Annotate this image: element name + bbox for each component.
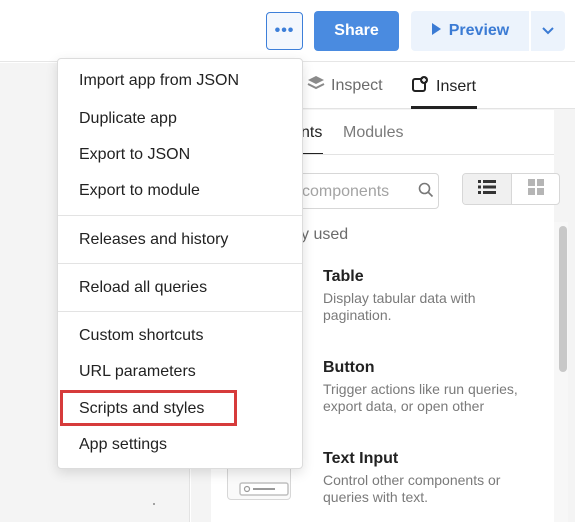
- chevron-down-icon: [542, 24, 554, 38]
- tab-inspect-label: Inspect: [331, 76, 383, 94]
- component-description: Trigger actions like run queries,: [323, 381, 518, 397]
- top-bar: ••• Share Preview: [0, 0, 575, 62]
- grid-view-button[interactable]: [512, 174, 559, 204]
- menu-item-url-parameters[interactable]: URL parameters: [79, 363, 196, 381]
- preview-dropdown-button[interactable]: [531, 11, 565, 51]
- component-description: export data, or open other: [323, 398, 485, 414]
- menu-item-import-app-from-json[interactable]: Import app from JSON: [79, 72, 239, 90]
- view-toggle: [462, 173, 560, 205]
- search-icon: [418, 182, 434, 203]
- panel-scrollbar-thumb[interactable]: [559, 226, 567, 372]
- menu-item-app-settings[interactable]: App settings: [79, 436, 167, 454]
- component-description: queries with text.: [323, 489, 429, 505]
- section-label-recently-used: y used: [301, 226, 349, 243]
- component-item-button[interactable]: Button Trigger actions like run queries,…: [323, 359, 548, 415]
- menu-item-export-to-json[interactable]: Export to JSON: [79, 146, 190, 164]
- menu-divider: [58, 263, 302, 264]
- menu-item-reload-all-queries[interactable]: Reload all queries: [79, 279, 207, 297]
- menu-divider: [58, 215, 302, 216]
- grid-icon: [528, 178, 544, 200]
- menu-item-export-to-module[interactable]: Export to module: [79, 182, 200, 200]
- component-title: Table: [323, 268, 364, 285]
- subtab-modules[interactable]: Modules: [343, 124, 403, 142]
- menu-item-custom-shortcuts[interactable]: Custom shortcuts: [79, 327, 203, 345]
- component-item-text-input[interactable]: Text Input Control other components or q…: [323, 450, 548, 506]
- canvas-dot: [153, 503, 155, 505]
- play-icon: [431, 22, 441, 40]
- component-title: Text Input: [323, 450, 399, 467]
- component-title: Button: [323, 359, 375, 376]
- more-options-button[interactable]: •••: [266, 12, 303, 50]
- tab-insert-label: Insert: [436, 77, 477, 95]
- insert-icon: [412, 75, 430, 98]
- annotation-highlight-box: [60, 390, 237, 426]
- component-description: pagination.: [323, 307, 392, 323]
- component-item-table[interactable]: Table Display tabular data with paginati…: [323, 268, 548, 324]
- share-button[interactable]: Share: [314, 11, 399, 51]
- subtab-components[interactable]: nts: [301, 124, 322, 142]
- menu-divider: [58, 311, 302, 312]
- search-placeholder: components: [302, 183, 390, 200]
- active-tab-indicator: [411, 106, 477, 109]
- menu-item-duplicate-app[interactable]: Duplicate app: [79, 110, 177, 128]
- tab-insert[interactable]: Insert: [412, 75, 476, 98]
- tab-inspect[interactable]: Inspect: [307, 75, 383, 96]
- list-view-button[interactable]: [463, 174, 512, 204]
- component-description: Control other components or: [323, 472, 501, 488]
- preview-button[interactable]: Preview: [411, 11, 529, 51]
- component-description: Display tabular data with: [323, 290, 476, 306]
- preview-label: Preview: [448, 22, 510, 39]
- layers-icon: [307, 75, 325, 96]
- list-icon: [478, 179, 496, 199]
- menu-item-releases-and-history[interactable]: Releases and history: [79, 231, 228, 249]
